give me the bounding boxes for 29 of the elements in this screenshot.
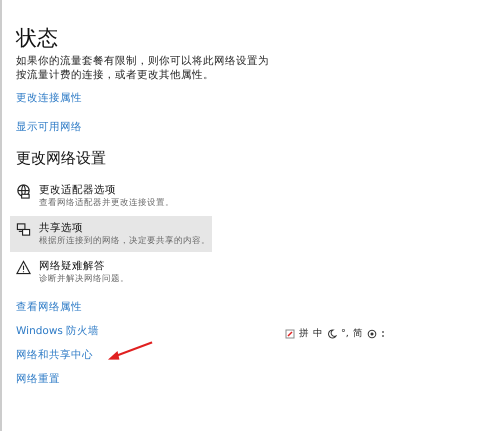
more-icon[interactable]	[380, 328, 385, 338]
ime-key[interactable]: 拼	[299, 327, 309, 340]
page-title: 状态	[16, 25, 58, 52]
description-text: 如果你的流量套餐有限制，则你可以将此网络设置为按流量计费的连接，或者更改其他属性。	[16, 54, 270, 82]
settings-link[interactable]: 显示可用网络	[16, 120, 82, 134]
settings-link[interactable]: Windows 防火墙	[16, 324, 100, 338]
moon-icon[interactable]	[327, 328, 337, 338]
ime-key[interactable]: °,	[341, 328, 349, 339]
devices-icon	[16, 222, 31, 237]
warning-icon	[16, 260, 31, 275]
section-heading: 更改网络设置	[16, 149, 106, 168]
ime-key[interactable]: 简	[352, 327, 363, 340]
ime-logo-icon[interactable]	[285, 328, 295, 338]
option-subtitle: 根据所连接到的网络，决定要共享的内容。	[39, 235, 210, 247]
option-title: 更改适配器选项	[39, 183, 117, 197]
option-title: 网络疑难解答	[39, 259, 106, 273]
settings-icon[interactable]	[366, 328, 377, 338]
settings-link[interactable]: 查看网络属性	[16, 300, 100, 314]
settings-link[interactable]: 网络和共享中心	[16, 348, 100, 362]
globe-monitor-icon	[16, 184, 31, 199]
option-item[interactable]: 共享选项 根据所连接到的网络，决定要共享的内容。	[10, 216, 212, 252]
option-item[interactable]: 更改适配器选项 查看网络适配器并更改连接设置。	[16, 178, 212, 214]
option-subtitle: 查看网络适配器并更改连接设置。	[39, 197, 174, 209]
settings-link[interactable]: 更改连接属性	[16, 91, 82, 105]
option-subtitle: 诊断并解决网络问题。	[39, 273, 129, 285]
ime-key[interactable]: 中	[313, 327, 323, 340]
settings-link[interactable]: 网络重置	[16, 372, 100, 386]
option-title: 共享选项	[39, 221, 84, 235]
option-item[interactable]: 网络疑难解答 诊断并解决网络问题。	[16, 254, 212, 290]
